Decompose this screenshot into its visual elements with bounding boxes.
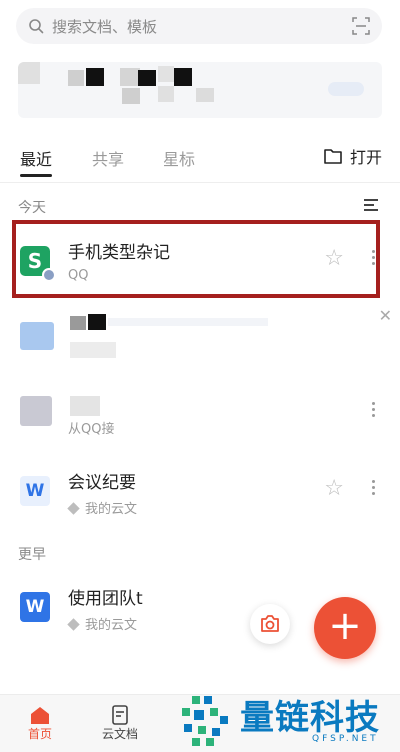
file-source: 我的云文 — [67, 614, 138, 633]
banner-image — [196, 88, 214, 102]
list-item[interactable]: W 会议纪要 我的云文 ☆ — [0, 454, 400, 526]
blurred-title — [108, 318, 268, 326]
list-item[interactable] — [0, 302, 400, 374]
tab-bar: 最近 共享 星标 打开 — [0, 138, 400, 178]
tab-starred[interactable]: 星标 — [163, 146, 195, 170]
banner-image — [120, 68, 140, 86]
banner-image — [68, 70, 84, 86]
blurred-subtitle — [70, 342, 116, 358]
watermark-domain: QFSP.NET — [312, 734, 379, 744]
file-source-text: 我的云文 — [85, 618, 138, 633]
blurred-file-icon — [20, 322, 54, 350]
word-glyph: W — [25, 597, 45, 617]
highlight-box — [12, 220, 380, 298]
folder-icon — [324, 149, 342, 164]
nav-cloud-docs[interactable]: 云文档 — [90, 703, 150, 742]
search-icon — [29, 19, 44, 34]
blurred-title — [70, 396, 100, 416]
scan-icon[interactable] — [352, 17, 370, 35]
promo-banner[interactable] — [18, 62, 382, 118]
camera-button[interactable] — [250, 604, 290, 644]
more-icon[interactable] — [372, 480, 376, 498]
banner-image — [138, 70, 156, 86]
search-placeholder: 搜索文档、模板 — [52, 17, 158, 36]
sort-icon[interactable] — [364, 199, 378, 211]
section-today: 今天 — [18, 200, 46, 216]
nav-home[interactable]: 首页 — [10, 703, 70, 742]
banner-image — [158, 86, 174, 102]
cloud-cube-icon — [67, 618, 80, 631]
blurred-title — [88, 314, 106, 330]
blurred-title — [70, 316, 86, 330]
word-doc-icon: W — [20, 476, 50, 506]
open-button-label: 打开 — [349, 148, 382, 167]
search-bar[interactable]: 搜索文档、模板 — [16, 8, 382, 44]
open-button[interactable]: 打开 — [324, 144, 382, 168]
file-source: 从QQ接 — [68, 422, 115, 437]
tab-shared[interactable]: 共享 — [92, 146, 124, 170]
banner-image — [174, 68, 192, 86]
active-tab-indicator — [20, 174, 52, 177]
create-new-button[interactable]: + — [314, 597, 376, 659]
file-source-text: 我的云文 — [85, 502, 138, 517]
camera-icon — [261, 615, 279, 632]
watermark-logo-icon — [182, 696, 228, 746]
more-icon[interactable] — [372, 402, 376, 420]
banner-image — [18, 62, 40, 84]
document-icon — [112, 705, 128, 725]
watermark-text: 量链科技 — [240, 698, 380, 738]
nav-home-label: 首页 — [27, 727, 52, 741]
banner-image — [86, 68, 104, 86]
star-icon[interactable]: ☆ — [324, 476, 344, 501]
word-doc-icon: W — [20, 592, 50, 622]
file-title: 使用团队t — [68, 589, 143, 609]
file-source: 我的云文 — [67, 498, 138, 517]
watermark: 量链科技 QFSP.NET — [178, 690, 400, 752]
home-icon — [31, 707, 49, 724]
nav-cloud-docs-label: 云文档 — [101, 727, 138, 741]
cloud-cube-icon — [67, 502, 80, 515]
section-earlier: 更早 — [18, 547, 46, 563]
file-title: 会议纪要 — [68, 473, 136, 493]
blurred-file-icon — [20, 396, 52, 426]
list-item[interactable]: 从QQ接 — [0, 376, 400, 448]
tab-recent[interactable]: 最近 — [20, 146, 52, 170]
banner-image — [122, 88, 140, 104]
word-glyph: W — [25, 481, 45, 501]
close-icon[interactable]: ✕ — [379, 306, 392, 325]
banner-image — [158, 66, 174, 82]
banner-image — [328, 82, 364, 96]
divider — [0, 182, 400, 183]
